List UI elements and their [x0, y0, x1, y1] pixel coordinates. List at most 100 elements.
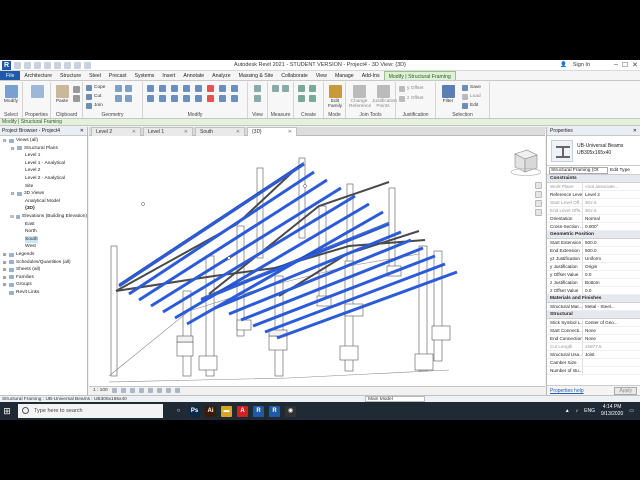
property-group-header[interactable]: Constraints — [547, 175, 640, 183]
expand-toggle-icon[interactable]: ⊞ — [2, 266, 7, 274]
file-explorer-icon[interactable]: ▬ — [221, 405, 232, 417]
create-group-icon[interactable] — [309, 85, 316, 92]
close-tab-icon[interactable]: ✕ — [236, 128, 240, 136]
mirror-draw-icon[interactable] — [231, 85, 238, 92]
browser-node[interactable]: Level 1 - Analytical — [0, 160, 87, 168]
tab-collaborate[interactable]: Collaborate — [277, 71, 312, 80]
pin-icon[interactable] — [207, 85, 214, 92]
tab-systems[interactable]: Systems — [131, 71, 159, 80]
browser-node[interactable]: ⊞ Legends — [0, 251, 87, 259]
edit-selection-button[interactable]: Edit — [462, 102, 478, 109]
expand-toggle-icon[interactable]: ⊞ — [2, 274, 7, 282]
modify-button[interactable]: Modify — [2, 84, 20, 110]
rotate-icon[interactable] — [171, 95, 178, 102]
maximize-button[interactable]: ☐ — [622, 61, 628, 69]
column[interactable] — [418, 245, 428, 372]
network-icon[interactable]: ▲ — [565, 408, 570, 414]
footing[interactable] — [268, 329, 288, 351]
split-gap-icon[interactable] — [231, 95, 238, 102]
view-cube[interactable] — [507, 146, 541, 176]
property-value[interactable]: Level 2 — [583, 191, 640, 198]
array-icon[interactable] — [195, 85, 202, 92]
column[interactable] — [256, 167, 264, 259]
z-offset-button[interactable]: z Offset — [399, 95, 423, 102]
property-value[interactable]: None — [583, 327, 640, 334]
close-tab-icon[interactable]: ✕ — [288, 128, 292, 136]
split-icon[interactable] — [183, 95, 190, 102]
footing[interactable] — [236, 319, 252, 331]
hide-isolate-icon[interactable] — [165, 388, 171, 393]
structural-model[interactable] — [89, 136, 545, 386]
browser-node[interactable]: Analytical Model — [0, 198, 87, 206]
close-tab-icon[interactable]: ✕ — [184, 128, 188, 136]
split-face-icon[interactable] — [125, 85, 132, 92]
3d-view-canvas[interactable] — [89, 136, 545, 386]
join-button[interactable]: Join — [86, 102, 103, 109]
grip-handle[interactable] — [227, 256, 231, 260]
footing[interactable] — [414, 353, 434, 371]
taskbar-search-box[interactable]: Type here to search — [18, 404, 163, 418]
browser-node[interactable]: ⊟ Elevations (Building Elevation) — [0, 213, 87, 221]
browser-node[interactable]: Level 2 — [0, 167, 87, 175]
tab-view[interactable]: View — [312, 71, 331, 80]
zoom-icon[interactable] — [535, 191, 542, 198]
mirror-icon[interactable] — [171, 85, 178, 92]
footing[interactable] — [176, 335, 194, 357]
tab-structure[interactable]: Structure — [56, 71, 85, 80]
measure-distance-icon[interactable] — [272, 85, 279, 92]
paste-button[interactable]: Paste — [53, 84, 71, 110]
browser-node[interactable]: ⊞ Sheets (all) — [0, 266, 87, 274]
property-value[interactable] — [583, 359, 640, 366]
create-parts-icon[interactable] — [298, 85, 305, 92]
property-value[interactable]: Joist — [583, 351, 640, 358]
create-similar-icon[interactable] — [309, 95, 316, 102]
properties-button[interactable] — [28, 84, 46, 110]
sign-in-link[interactable]: Sign In — [573, 62, 590, 68]
property-value[interactable]: Center of Geo... — [583, 319, 640, 326]
save-selection-button[interactable]: Save — [462, 84, 481, 91]
cope-button[interactable]: Cope — [86, 84, 105, 91]
unpin-icon[interactable] — [219, 95, 226, 102]
pdf-icon[interactable]: A — [237, 405, 248, 417]
override-graphics-icon[interactable] — [254, 85, 261, 92]
tab-add-ins[interactable]: Add-Ins — [358, 71, 384, 80]
browser-node[interactable]: {3D} — [0, 205, 87, 213]
browser-node[interactable]: Site — [0, 183, 87, 191]
browser-node[interactable]: ⊟ 3D Views — [0, 190, 87, 198]
category-dropdown[interactable]: Structural Framing (Ot — [549, 166, 608, 174]
property-value[interactable]: Metal - Steel... — [583, 303, 640, 310]
property-group-header[interactable]: Materials and Finishes — [547, 295, 640, 303]
tab-insert[interactable]: Insert — [158, 71, 179, 80]
browser-node[interactable]: Level 2 - Analytical — [0, 175, 87, 183]
view-tab[interactable]: Level 2 ✕ — [91, 127, 141, 136]
trim-icon[interactable] — [183, 85, 190, 92]
browser-node[interactable]: North — [0, 228, 87, 236]
windows-start-icon[interactable]: ⊞ — [0, 402, 14, 420]
browser-node[interactable]: Level 1 — [0, 152, 87, 160]
cut-clipboard-icon[interactable] — [73, 95, 80, 102]
tab-annotate[interactable]: Annotate — [179, 71, 208, 80]
photoshop-icon[interactable]: Ps — [189, 405, 200, 417]
create-assembly-icon[interactable] — [298, 95, 305, 102]
illustrator-icon[interactable]: Ai — [205, 405, 216, 417]
expand-toggle-icon[interactable]: ⊞ — [2, 251, 7, 259]
property-value[interactable] — [583, 367, 640, 374]
apply-button[interactable]: Apply — [614, 387, 637, 395]
justification-points-button[interactable]: Justification Points — [372, 84, 397, 110]
expand-toggle-icon[interactable]: ⊟ — [2, 137, 7, 145]
purlin-beam[interactable] — [174, 202, 370, 320]
sun-path-icon[interactable] — [129, 388, 135, 393]
detail-level-icon[interactable] — [111, 388, 117, 393]
browser-node[interactable]: ⊞ Families — [0, 274, 87, 282]
language-indicator[interactable]: ENG — [584, 408, 595, 414]
property-value[interactable]: Bottom — [583, 279, 640, 286]
tab-architecture[interactable]: Architecture — [20, 71, 56, 80]
tab-massing-site[interactable]: Massing & Site — [235, 71, 278, 80]
property-value[interactable]: 0.000° — [583, 223, 640, 230]
tab-precast[interactable]: Precast — [105, 71, 131, 80]
edit-type-button[interactable]: Edit Type — [610, 168, 640, 173]
steering-wheel-icon[interactable] — [535, 182, 542, 189]
grip-handle[interactable] — [141, 202, 145, 206]
copy-icon[interactable] — [73, 86, 80, 93]
paint-icon[interactable] — [115, 95, 122, 102]
